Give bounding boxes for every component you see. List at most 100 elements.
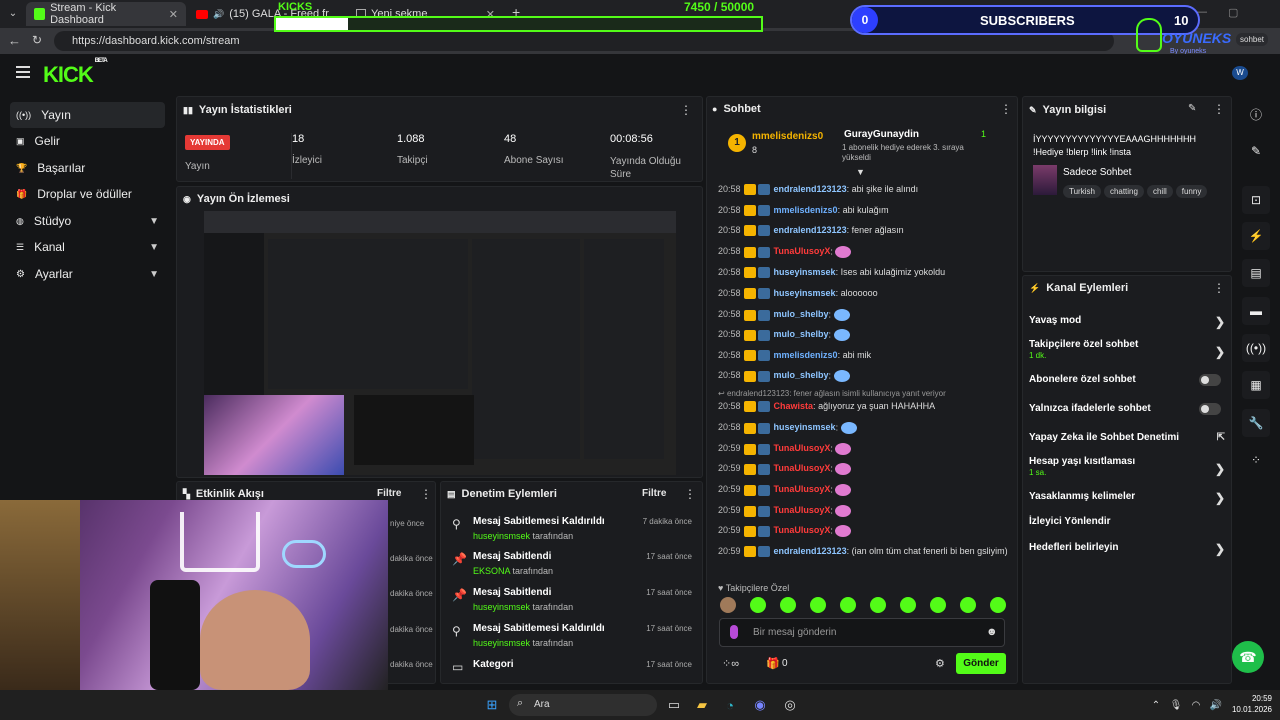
tab-list-button[interactable]: ⌄ [4, 5, 22, 23]
emote-icon[interactable] [960, 597, 976, 613]
more-icon[interactable]: ⋮ [1000, 102, 1012, 116]
action-raid[interactable]: İzleyici Yönlendir [1029, 516, 1225, 527]
action-followers-only[interactable]: Takipçilere özel sohbet 1 dk. ❯ [1029, 339, 1225, 360]
mod-user[interactable]: huseyinsmsek [473, 602, 530, 612]
bolt-icon[interactable]: ⚡ [1242, 222, 1270, 250]
sidebar-item-droplar[interactable]: 🎁 Droplar ve ödüller [10, 181, 165, 207]
tag[interactable]: Turkish [1063, 185, 1101, 198]
tray-chevron-icon[interactable]: ⌃ [1146, 695, 1166, 715]
chat-username[interactable]: endralend123123 [774, 225, 847, 235]
chat-settings-icon[interactable]: ⚙ [935, 657, 945, 670]
filter-button[interactable]: Filtre [642, 488, 666, 499]
action-account-age[interactable]: Hesap yaşı kısıtlaması 1 sa. ❯ [1029, 456, 1225, 477]
chat-username[interactable]: huseyinsmsek [774, 267, 836, 277]
more-icon[interactable]: ⋮ [420, 487, 432, 501]
chat-username[interactable]: TunaUlusoyX [774, 525, 831, 535]
sidebar-item-ayarlar[interactable]: ⚙ Ayarlar ▼ [10, 261, 165, 287]
pinned-user[interactable]: mmelisdenizs0 [752, 131, 823, 142]
emote-icon[interactable] [720, 597, 736, 613]
taskbar-clock[interactable]: 20:59 10.01.2026 [1226, 693, 1272, 715]
sohbet-chip[interactable]: sohbet [1236, 33, 1269, 46]
close-tab-icon[interactable]: ✕ [169, 8, 178, 21]
reload-icon[interactable]: ↻ [32, 33, 42, 47]
wrench-icon[interactable]: 🔧 [1242, 409, 1270, 437]
sidebar-item-basarilar[interactable]: 🏆 Başarılar [10, 155, 165, 181]
wifi-icon[interactable]: ◠ [1186, 695, 1206, 715]
capture-icon[interactable]: ⊡ [1242, 186, 1270, 214]
mic-icon[interactable] [730, 625, 738, 639]
chat-username[interactable]: TunaUlusoyX [774, 246, 831, 256]
more-icon[interactable]: ⋮ [1213, 102, 1225, 116]
chat-username[interactable]: mulo_shelby [774, 329, 829, 339]
layout-icon[interactable]: ▦ [1242, 371, 1270, 399]
emoji-icon[interactable]: ☻ [986, 626, 998, 638]
mic-tray-icon[interactable]: 🎙 [1166, 695, 1186, 715]
emote-icon[interactable] [840, 597, 856, 613]
chat-username[interactable]: mmelisdenizs0 [774, 205, 838, 215]
collapse-icon[interactable]: ▼ [856, 167, 865, 177]
subscribers-only-toggle[interactable] [1199, 374, 1221, 386]
chat-username[interactable]: mmelisdenizs0 [774, 350, 838, 360]
back-icon[interactable]: ← [8, 33, 21, 48]
emote-icon[interactable] [810, 597, 826, 613]
points-icon[interactable]: ⁘∞ [722, 657, 739, 670]
more-icon[interactable]: ⋮ [680, 103, 692, 117]
tag[interactable]: chatting [1103, 185, 1144, 198]
obs-icon[interactable]: ◎ [780, 695, 800, 715]
hamburger-menu-icon[interactable] [16, 66, 30, 78]
wallet-icon[interactable]: W [1232, 66, 1248, 80]
mod-user[interactable]: huseyinsmsek [473, 638, 530, 648]
emote-icon[interactable] [930, 597, 946, 613]
emote-icon[interactable] [990, 597, 1006, 613]
info-icon[interactable]: ⓘ [1242, 100, 1270, 128]
tag[interactable]: chill [1146, 185, 1173, 198]
chat-username[interactable]: mulo_shelby [774, 370, 829, 380]
emote-icon[interactable] [780, 597, 796, 613]
emote-icon[interactable] [870, 597, 886, 613]
chat-username[interactable]: Chawista [774, 401, 814, 411]
chat-username[interactable]: TunaUlusoyX [774, 505, 831, 515]
broadcast-icon[interactable]: ((•)) [1242, 334, 1270, 362]
emote-icon[interactable] [750, 597, 766, 613]
sidebar-item-studyo[interactable]: ◍ Stüdyo ▼ [10, 208, 165, 234]
sidebar-item-gelir[interactable]: ▣ Gelir [10, 128, 165, 154]
notes-icon[interactable]: ▤ [1242, 259, 1270, 287]
chat-input[interactable]: Bir mesaj gönderin ☻ [719, 618, 1005, 647]
taskbar-search[interactable]: ⌕ Ara [509, 694, 657, 716]
gift-user[interactable]: GurayGunaydin [844, 129, 919, 140]
tab-kick-dashboard[interactable]: Stream - Kick Dashboard ✕ [26, 2, 186, 26]
task-view-icon[interactable]: ▭ [664, 695, 684, 715]
support-chat-button[interactable]: ☎ [1232, 641, 1264, 673]
chat-username[interactable]: TunaUlusoyX [774, 484, 831, 494]
chat-username[interactable]: TunaUlusoyX [774, 463, 831, 473]
emotes-only-toggle[interactable] [1199, 403, 1221, 415]
chat-username[interactable]: huseyinsmsek [774, 288, 836, 298]
edge-icon[interactable]: ◔ [720, 695, 740, 715]
send-button[interactable]: Gönder [956, 653, 1006, 674]
tag[interactable]: funny [1175, 185, 1208, 198]
filter-button[interactable]: Filtre [377, 488, 401, 499]
file-explorer-icon[interactable]: ▰ [692, 695, 712, 715]
mod-user[interactable]: huseyinsmsek [473, 531, 530, 541]
action-goals[interactable]: Hedefleri belirleyin ❯ [1029, 542, 1225, 556]
dots-icon[interactable]: ⁘ [1242, 446, 1270, 474]
kick-logo[interactable]: KICKBETA [43, 58, 108, 88]
category-name[interactable]: Sadece Sohbet [1063, 167, 1131, 178]
pencil-icon[interactable]: ✎ [1242, 137, 1270, 165]
chat-username[interactable]: huseyinsmsek [774, 422, 836, 432]
more-icon[interactable]: ⋮ [1213, 281, 1225, 295]
gift-icon[interactable]: 🎁 [766, 657, 780, 670]
action-slow-mode[interactable]: Yavaş mod ❯ [1029, 315, 1225, 329]
action-ai-moderation[interactable]: Yapay Zeka ile Sohbet Denetimi ⇱ [1029, 432, 1225, 443]
discord-icon[interactable]: ◉ [750, 695, 770, 715]
windows-start-icon[interactable]: ⊞ [482, 695, 502, 715]
chat-username[interactable]: endralend123123 [774, 184, 847, 194]
action-banned-words[interactable]: Yasaklanmış kelimeler ❯ [1029, 491, 1225, 505]
chat-username[interactable]: mulo_shelby [774, 309, 829, 319]
edit-icon[interactable]: ✎ [1188, 103, 1196, 114]
emote-icon[interactable] [900, 597, 916, 613]
chat-username[interactable]: TunaUlusoyX [774, 443, 831, 453]
volume-icon[interactable]: 🔊 [1206, 695, 1226, 715]
sidebar-item-yayin[interactable]: ((•)) Yayın [10, 102, 165, 128]
preview-video[interactable] [204, 211, 676, 475]
